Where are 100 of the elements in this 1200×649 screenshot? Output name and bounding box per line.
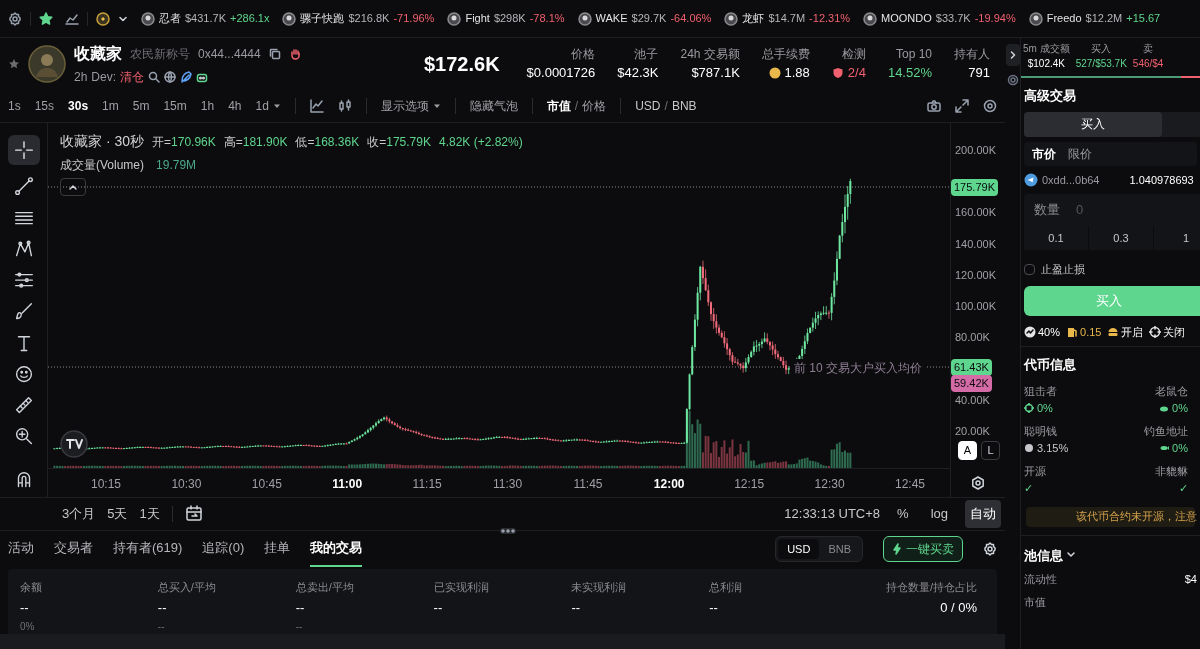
stat-value: 14.52%: [887, 64, 932, 83]
x-axis-label: 11:30: [493, 476, 523, 493]
interval-tab[interactable]: 1s: [8, 97, 21, 115]
position-subvalue: --: [157, 620, 166, 634]
bottom-tab[interactable]: 我的交易: [310, 531, 363, 567]
scale-option[interactable]: log: [925, 500, 953, 528]
pool-label: 流动性: [1024, 572, 1057, 587]
y-axis-label: 140.00K: [955, 236, 996, 252]
info-label: 开源: [1024, 463, 1046, 479]
info-value: 0%: [1172, 441, 1188, 456]
display-options-dropdown[interactable]: 显示选项: [380, 97, 441, 115]
info-value: ✓: [1024, 481, 1033, 496]
range-button[interactable]: 3个月: [62, 504, 96, 524]
bottom-tab[interactable]: 活动: [8, 531, 34, 567]
interval-tab[interactable]: 5m: [132, 97, 150, 115]
stat-label: 池子: [634, 46, 659, 64]
info-value: 0%: [1037, 401, 1053, 416]
currency-toggle-option[interactable]: USD: [778, 538, 820, 560]
bottom-tab[interactable]: 追踪(0): [202, 531, 245, 567]
amount-input[interactable]: 0: [1076, 200, 1156, 220]
price-tag: 59.42K: [951, 375, 992, 392]
ohlc-value: 低=168.36K: [295, 133, 360, 151]
scale-option[interactable]: 自动: [965, 500, 1001, 528]
ohlc-value: 开=170.96K: [152, 133, 216, 151]
range-button[interactable]: 1天: [139, 504, 160, 524]
stat-value: 2/4: [847, 64, 866, 83]
token-address: 0x44...4444: [198, 46, 261, 63]
ticker-item[interactable]: 骡子快跑 $216.8K -71.96%: [277, 10, 435, 27]
token-nickname: 农民新称号: [130, 46, 190, 63]
order-type-tab[interactable]: 市价: [1032, 144, 1056, 163]
warning-banner: 该代币合约未开源，注意: [1026, 506, 1195, 527]
range-button[interactable]: 5天: [107, 504, 128, 524]
ticker-item[interactable]: 龙虾 $14.7M -12.31%: [719, 10, 851, 27]
preset-amount-button[interactable]: 1: [1154, 226, 1200, 250]
x-axis-label: 11:00: [332, 476, 363, 493]
interval-tab[interactable]: 15m: [163, 97, 187, 115]
flow-label: 买入: [1091, 42, 1112, 56]
ohlc-value: 高=181.90K: [223, 133, 288, 151]
position-label: 已实现利润: [433, 580, 490, 595]
interval-tab[interactable]: 4h: [228, 97, 242, 115]
position-value: --: [571, 598, 582, 617]
position-label: 总卖出/平均: [295, 580, 355, 595]
value-mode-option[interactable]: 价格: [582, 97, 607, 115]
bottom-tab[interactable]: 交易者: [54, 531, 93, 567]
preset-amount-button[interactable]: 0.1: [1024, 226, 1088, 250]
stat-label: 价格: [571, 46, 596, 64]
info-label: 狙击者: [1024, 383, 1057, 399]
interval-tab[interactable]: 1h: [200, 97, 215, 115]
interval-tab[interactable]: 1m: [102, 97, 119, 115]
hide-bubbles-button[interactable]: 隐藏气泡: [469, 97, 518, 115]
bottom-tab[interactable]: 持有者(619): [113, 531, 183, 567]
stat-value: 1.88: [784, 64, 810, 83]
info-value: 3.15%: [1037, 441, 1069, 456]
stat-value: $0.0001726: [526, 64, 596, 83]
interval-tab[interactable]: 15s: [34, 97, 55, 115]
scale-option[interactable]: %: [892, 500, 914, 528]
position-value: --: [295, 598, 306, 617]
flow-label: 卖: [1143, 42, 1154, 56]
currency-toggle-option[interactable]: BNB: [819, 538, 860, 560]
x-axis-label: 11:45: [573, 476, 603, 493]
market-cap-value: $172.6K: [423, 52, 500, 77]
volume-value: 19.79M: [156, 157, 197, 174]
quick-trade-button[interactable]: 一键买卖: [883, 536, 963, 562]
value-mode-option[interactable]: 市值: [546, 97, 571, 115]
position-subvalue: --: [295, 620, 304, 634]
ticker-item[interactable]: 忍者 $431.7K +286.1x: [136, 10, 270, 27]
scale-button[interactable]: A: [958, 441, 977, 460]
interval-tab[interactable]: 30s: [68, 97, 89, 115]
position-value: 0 / 0%: [940, 598, 977, 617]
preset-amount-button[interactable]: 0.3: [1089, 226, 1153, 250]
scale-button[interactable]: L: [981, 441, 1000, 460]
interval-dropdown[interactable]: 1d: [255, 97, 281, 115]
currency-option[interactable]: BNB: [671, 97, 697, 115]
stat-label: Top 10: [895, 46, 932, 64]
setting-value: 0.15: [1080, 324, 1102, 340]
order-type-tab[interactable]: 限价: [1068, 144, 1092, 163]
position-label: 未实现利润: [571, 580, 628, 595]
ticker-item[interactable]: WAKE $29.7K -64.06%: [572, 10, 712, 27]
token-name: 收藏家: [74, 44, 122, 64]
ticker-item[interactable]: Fight $298K -78.1%: [442, 10, 565, 27]
ticker-item[interactable]: Freedo $12.2M +15.67: [1023, 10, 1161, 27]
flow-value: $102.4K: [1027, 57, 1065, 71]
setting-value: 关闭: [1163, 324, 1186, 340]
amount-field[interactable]: 数量 0: [1024, 194, 1200, 226]
ticker-item[interactable]: MOONDO $33.7K -19.94%: [858, 10, 1016, 27]
info-label: 聪明钱: [1024, 423, 1057, 439]
flow-value: 527/$53.7K: [1075, 57, 1127, 71]
position-value: --: [433, 598, 444, 617]
setting-value: 40%: [1038, 324, 1061, 340]
trade-side-tab[interactable]: 买入: [1024, 111, 1162, 137]
currency-option[interactable]: USD: [635, 97, 661, 115]
section-title: 池信息: [1024, 546, 1063, 565]
x-axis-label: 10:45: [251, 476, 282, 493]
bottom-tab[interactable]: 挂单: [264, 531, 291, 567]
chart-title: 收藏家 · 30秒: [60, 132, 144, 151]
separator-slash: /: [664, 98, 668, 115]
stat-value: $787.1K: [691, 64, 740, 83]
position-label: 余额: [20, 580, 43, 595]
stat-value: $42.3K: [617, 64, 659, 83]
x-axis-label: 12:15: [734, 476, 765, 493]
